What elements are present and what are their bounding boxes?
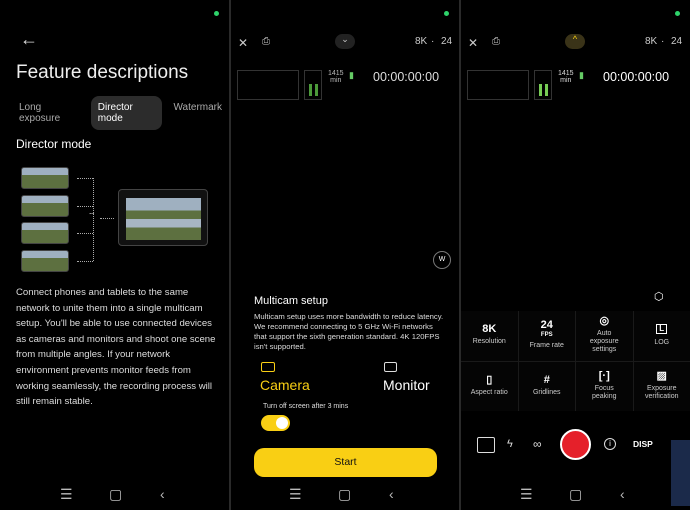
screen-off-toggle[interactable] [261,415,290,431]
tab-watermark[interactable]: Watermark [166,96,229,130]
settings-grid: 8K Resolution 24 FPS Frame rate ◎ Auto expos… [461,311,690,411]
setting-focus-peaking[interactable]: [·] Focus peaking [576,361,633,411]
menu-icon[interactable]: ☰ [60,486,73,503]
disp-button[interactable]: DISP [633,439,653,449]
preview-thumbnail [237,70,299,100]
preview-thumbnail [467,70,529,100]
feature-description: Connect phones and tablets to the same n… [16,287,216,408]
info-icon[interactable]: i [604,438,616,450]
setting-exposure-verification[interactable]: ▨ Exposure verification [633,361,690,411]
phone-thumbnail [21,222,69,244]
back-arrow-icon[interactable]: ← [20,29,38,50]
resolution-readout: 8K [645,36,658,47]
remaining-time: 1415 [558,70,574,77]
toggle-label: Turn off screen after 3 mins [263,403,349,410]
tab-director-mode[interactable]: Director mode [90,96,163,130]
audio-meter [304,70,322,100]
wifi-icon: ⌔ [88,211,96,220]
page-title: Feature descriptions [16,62,189,83]
setting-aspect-ratio[interactable]: ▯ Aspect ratio [461,361,518,411]
fps-readout: 24 [441,36,453,47]
flash-off-icon[interactable]: ϟ [507,438,513,450]
chevron-down-icon[interactable]: ⌄ [335,34,355,49]
camera-option[interactable]: Camera [260,377,310,393]
lens-button[interactable]: W [433,251,451,269]
filters-icon[interactable]: ∞ [533,437,542,451]
camera-switch-icon[interactable]: ⎙ [262,36,270,47]
sheet-text: Multicam setup uses more bandwidth to re… [254,312,444,351]
navigation-bar: ☰ ▢ ‹ [231,486,459,503]
camera-settings-screen: ✕ ⎙ ^ 8K · 24 1415 min ▮ 00:00:00:00 ⬡ 8… [461,0,690,510]
sheet-title: Multicam setup [254,295,328,307]
setting-auto-exposure[interactable]: ◎ Auto exposure settings [576,311,633,361]
back-icon[interactable]: ‹ [620,486,625,502]
settings-hex-icon[interactable]: ⬡ [654,290,664,303]
battery-icon: ▮ [579,70,584,80]
monitor-icon [384,362,397,372]
home-icon[interactable]: ▢ [109,486,122,503]
back-icon[interactable]: ‹ [160,486,165,502]
gallery-icon[interactable] [477,437,495,453]
back-icon[interactable]: ‹ [389,486,394,502]
tab-long-exposure[interactable]: Long exposure [12,96,87,130]
resolution-readout: 8K [415,36,428,47]
multicam-sheet: Multicam setup Multicam setup uses more … [231,288,459,510]
home-icon[interactable]: ▢ [338,486,351,503]
timecode: 00:00:00:00 [373,70,440,84]
navigation-bar: ☰ ▢ ‹ [461,486,690,503]
home-icon[interactable]: ▢ [569,486,582,503]
remaining-time: 1415 [328,70,344,77]
monitor-option[interactable]: Monitor [383,377,430,393]
tablet-monitor [118,189,208,246]
status-dot [444,11,449,16]
audio-meter [534,70,552,100]
start-button[interactable]: Start [254,448,437,477]
chevron-up-icon[interactable]: ^ [565,34,585,49]
fps-readout: 24 [671,36,683,47]
timecode: 00:00:00:00 [603,70,670,84]
navigation-bar: ☰ ▢ ‹ [0,486,229,503]
phone-thumbnail [21,195,69,217]
phone-thumbnail [21,250,69,272]
feature-descriptions-screen: ← Feature descriptions Long exposure Dir… [0,0,229,510]
menu-icon[interactable]: ☰ [520,486,533,503]
status-dot [214,11,219,16]
close-icon[interactable]: ✕ [238,36,248,50]
multicam-setup-screen: ✕ ⎙ ⌄ 8K · 24 1415 min ▮ 00:00:00:00 W M… [231,0,459,510]
camera-icon [261,362,275,372]
phone-thumbnail [21,167,69,189]
status-dot [675,11,680,16]
setting-frame-rate[interactable]: 24 FPS Frame rate [518,311,575,361]
camera-switch-icon[interactable]: ⎙ [492,36,500,47]
setting-resolution[interactable]: 8K Resolution [461,311,518,361]
close-icon[interactable]: ✕ [468,36,478,50]
feature-tabs: Long exposure Director mode Watermark [12,96,229,130]
setting-gridlines[interactable]: # Gridlines [518,361,575,411]
setting-log[interactable]: L LOG [633,311,690,361]
section-title: Director mode [16,137,92,151]
menu-icon[interactable]: ☰ [289,486,302,503]
battery-icon: ▮ [349,70,354,80]
record-button[interactable] [560,429,591,460]
